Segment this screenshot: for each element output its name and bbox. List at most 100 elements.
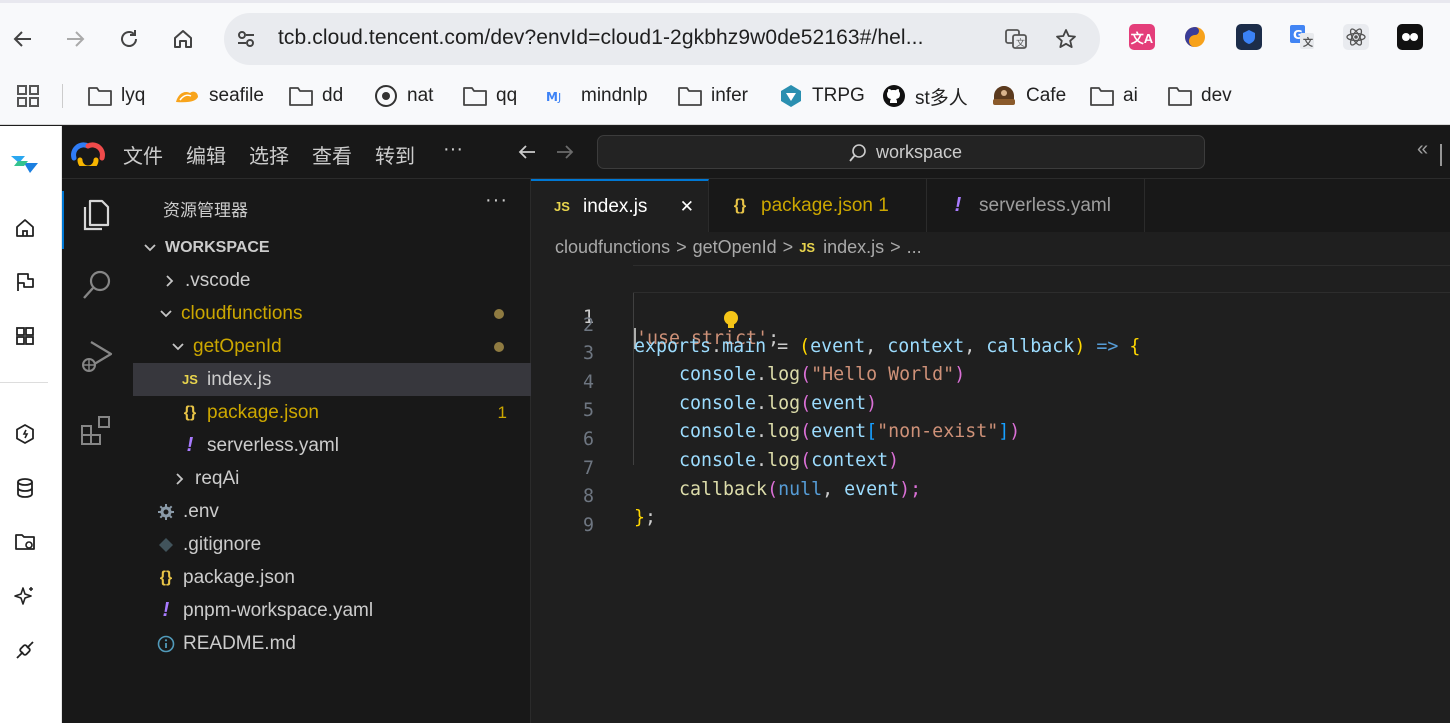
reload-button[interactable] xyxy=(112,22,146,56)
bookmark-label: infer xyxy=(711,85,748,106)
cafe-icon xyxy=(993,86,1015,105)
menu-go[interactable]: 转到 xyxy=(375,140,415,169)
tree-item-serverless-yaml[interactable]: ! serverless.yaml xyxy=(133,429,531,462)
plugin-icon[interactable] xyxy=(12,637,38,663)
chevron-down-icon xyxy=(141,241,159,255)
tab-package-json[interactable]: {} package.json 1 xyxy=(709,179,927,232)
bookmark-qq[interactable]: qq xyxy=(463,82,517,110)
address-bar[interactable]: tcb.cloud.tencent.com/dev?envId=cloud1-2… xyxy=(224,13,1100,65)
menu-selection[interactable]: 选择 xyxy=(249,140,289,169)
ext-google-translate-icon[interactable]: G文 xyxy=(1289,24,1315,50)
tab-index-js[interactable]: JS index.js ✕ xyxy=(531,179,709,232)
breadcrumb-item[interactable]: ... xyxy=(907,237,922,258)
editor-area: JS index.js ✕ {} package.json 1 ! server… xyxy=(531,179,1450,723)
cloudbase-logo-icon[interactable] xyxy=(8,146,42,180)
storage-folder-icon[interactable] xyxy=(12,529,38,555)
tree-item-vscode[interactable]: .vscode xyxy=(133,264,531,297)
ext-shield-icon[interactable] xyxy=(1236,24,1262,50)
run-debug-icon[interactable] xyxy=(77,336,117,376)
nav-forward-button[interactable] xyxy=(553,140,577,169)
menu-more[interactable]: ··· xyxy=(443,138,463,161)
tree-item-env[interactable]: .env xyxy=(133,495,531,528)
trpg-icon xyxy=(781,85,801,107)
arrow-left-icon xyxy=(518,145,535,159)
database-icon[interactable] xyxy=(12,475,38,501)
search-icon[interactable] xyxy=(77,265,117,305)
translate-icon[interactable]: 文 xyxy=(1002,25,1030,53)
tree-item-root-package-json[interactable]: {} package.json xyxy=(133,561,531,594)
function-icon[interactable] xyxy=(12,421,38,447)
breadcrumb-item[interactable]: cloudfunctions xyxy=(555,237,670,258)
svg-text:文: 文 xyxy=(1016,37,1025,49)
git-diamond-icon xyxy=(155,537,177,553)
code-line: 7 callback(null, event); xyxy=(531,437,1450,500)
url-text: tcb.cloud.tencent.com/dev?envId=cloud1-2… xyxy=(278,26,924,49)
tree-item-getopenid[interactable]: getOpenId xyxy=(133,330,531,363)
ai-sparkle-icon[interactable] xyxy=(12,583,38,609)
home-icon[interactable] xyxy=(12,215,38,241)
back-button[interactable] xyxy=(6,22,40,56)
explorer-files-icon[interactable] xyxy=(77,195,117,235)
folder-icon xyxy=(678,87,702,106)
ext-react-icon[interactable] xyxy=(1343,24,1369,50)
tree-item-readme[interactable]: README.md xyxy=(133,627,531,660)
bookmark-lyq[interactable]: lyq xyxy=(88,82,145,110)
tree-item-cloudfunctions[interactable]: cloudfunctions xyxy=(133,297,531,330)
bookmark-st[interactable]: st多人 xyxy=(882,82,968,110)
explorer-more-button[interactable]: ··· xyxy=(485,189,508,212)
bookmark-cafe[interactable]: Cafe xyxy=(991,82,1066,110)
tree-item-label: package.json xyxy=(207,401,319,423)
menu-view[interactable]: 查看 xyxy=(312,140,352,169)
tab-serverless-yaml[interactable]: ! serverless.yaml xyxy=(927,179,1145,232)
apps-grid-icon[interactable] xyxy=(16,82,49,110)
breadcrumb: cloudfunctions > getOpenId > JS index.js… xyxy=(555,237,922,258)
problem-count-badge: 1 xyxy=(497,402,507,422)
command-center[interactable]: workspace xyxy=(597,135,1205,169)
menu-file[interactable]: 文件 xyxy=(123,140,163,169)
tree-item-label: .gitignore xyxy=(183,533,262,555)
tree-item-reqai[interactable]: reqAi xyxy=(133,462,531,495)
flag-icon[interactable] xyxy=(12,269,38,295)
close-icon[interactable]: ✕ xyxy=(680,197,694,217)
code-line: 2 exports.main = (event, context, callba… xyxy=(531,294,1450,357)
nav-back-button[interactable] xyxy=(515,140,539,169)
gear-icon xyxy=(155,503,177,521)
dashboard-icon[interactable] xyxy=(12,323,38,349)
site-info-icon[interactable] xyxy=(232,25,260,53)
bookmark-trpg[interactable]: TRPG xyxy=(779,82,865,110)
home-button[interactable] xyxy=(166,22,200,56)
bookmark-ai[interactable]: ai xyxy=(1090,82,1138,110)
menu-edit[interactable]: 编辑 xyxy=(186,140,226,169)
breadcrumb-separator: > xyxy=(782,237,794,257)
chevron-down-icon xyxy=(157,307,175,321)
breadcrumb-item[interactable]: index.js xyxy=(823,237,884,258)
forward-button[interactable] xyxy=(58,22,92,56)
bookmark-dev[interactable]: dev xyxy=(1168,82,1232,110)
bookmark-infer[interactable]: infer xyxy=(678,82,748,110)
folder-icon xyxy=(1090,87,1114,106)
record-icon xyxy=(375,85,397,107)
folder-icon xyxy=(1168,87,1192,106)
tree-item-package-json[interactable]: {} package.json 1 xyxy=(133,396,531,429)
breadcrumb-item[interactable]: getOpenId xyxy=(693,237,777,258)
bookmark-nat[interactable]: nat xyxy=(374,82,433,110)
tree-item-pnpm-workspace[interactable]: ! pnpm-workspace.yaml xyxy=(133,594,531,627)
chevron-down-icon xyxy=(169,340,187,354)
ext-mask-icon[interactable] xyxy=(1397,24,1423,50)
chevron-double-left-icon[interactable]: « xyxy=(1417,138,1428,161)
current-line-highlight xyxy=(633,265,1450,293)
home-icon xyxy=(174,30,192,48)
tree-item-gitignore[interactable]: .gitignore xyxy=(133,528,531,561)
workspace-section-header[interactable]: WORKSPACE xyxy=(133,231,531,264)
bookmark-dd[interactable]: dd xyxy=(289,82,343,110)
bookmark-seafile[interactable]: seafile xyxy=(174,82,264,110)
bookmark-mindnlp[interactable]: MJ mindnlp xyxy=(546,82,648,110)
ext-translate-icon[interactable]: 文A xyxy=(1129,24,1155,50)
arrow-right-icon xyxy=(67,31,85,47)
tree-item-index-js[interactable]: JS index.js xyxy=(133,363,531,396)
tab-label: package.json 1 xyxy=(761,194,889,216)
bookmark-star-icon[interactable] xyxy=(1052,25,1080,53)
extensions-icon[interactable] xyxy=(77,410,117,450)
arrow-left-icon xyxy=(13,31,31,47)
ext-orb-icon[interactable] xyxy=(1182,24,1208,50)
